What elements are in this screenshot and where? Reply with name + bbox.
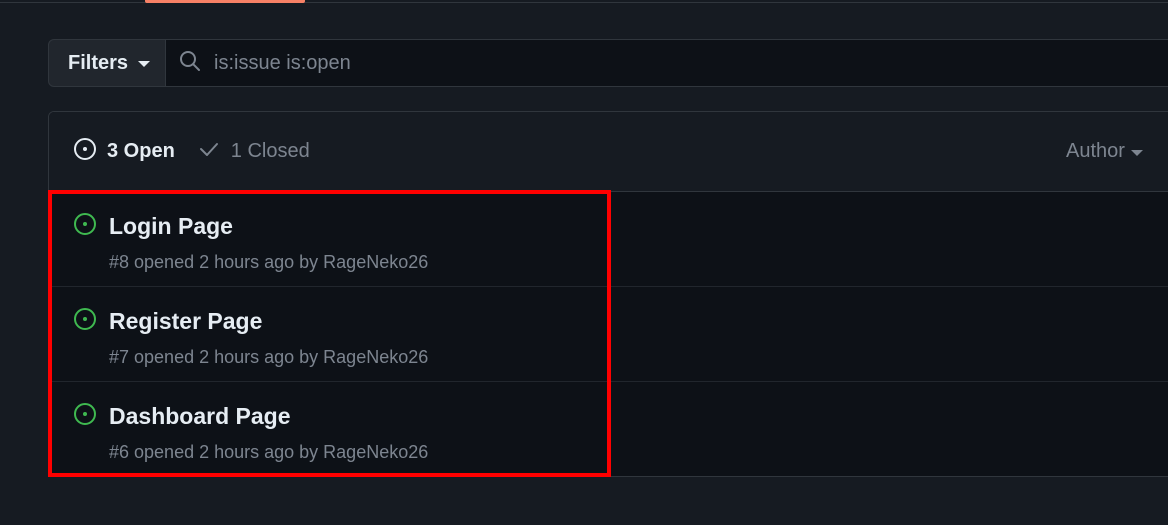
issue-row[interactable]: Dashboard Page #6 opened 2 hours ago by … <box>49 382 1168 476</box>
filters-button-label: Filters <box>68 51 129 74</box>
issue-row[interactable]: Login Page #8 opened 2 hours ago by Rage… <box>49 192 1168 287</box>
author-filter-dropdown[interactable]: Author <box>1066 140 1143 163</box>
issue-title-link[interactable]: Register Page <box>109 308 262 335</box>
issue-meta: #8 opened 2 hours ago by RageNeko26 <box>109 252 429 272</box>
triangle-down-icon <box>138 61 151 67</box>
issue-opened-icon <box>73 402 97 431</box>
open-issues-label: 3 Open <box>107 140 175 162</box>
issue-title-link[interactable]: Dashboard Page <box>109 403 291 430</box>
issues-list-header: 3 Open 1 Closed Author <box>49 112 1168 192</box>
issue-meta: #7 opened 2 hours ago by RageNeko26 <box>109 347 429 367</box>
open-issues-tab[interactable]: 3 Open <box>73 137 175 167</box>
triangle-down-icon <box>1130 149 1143 156</box>
issue-opened-icon <box>73 137 97 167</box>
check-icon <box>197 137 221 167</box>
search-box[interactable] <box>166 39 1168 87</box>
search-icon <box>178 49 202 78</box>
search-input[interactable] <box>214 51 1114 75</box>
author-filter-label: Author <box>1066 140 1125 162</box>
closed-issues-tab[interactable]: 1 Closed <box>197 137 310 167</box>
filter-bar: Filters <box>48 39 1168 87</box>
selected-tab-underline <box>145 0 305 3</box>
issue-title-link[interactable]: Login Page <box>109 213 233 240</box>
issue-opened-icon <box>73 212 97 241</box>
issues-list-panel: 3 Open 1 Closed Author Login Page #8 ope… <box>48 111 1168 477</box>
issue-row[interactable]: Register Page #7 opened 2 hours ago by R… <box>49 287 1168 382</box>
issue-meta: #6 opened 2 hours ago by RageNeko26 <box>109 442 429 462</box>
filters-button[interactable]: Filters <box>48 39 166 87</box>
closed-issues-label: 1 Closed <box>230 140 310 162</box>
issue-opened-icon <box>73 307 97 336</box>
